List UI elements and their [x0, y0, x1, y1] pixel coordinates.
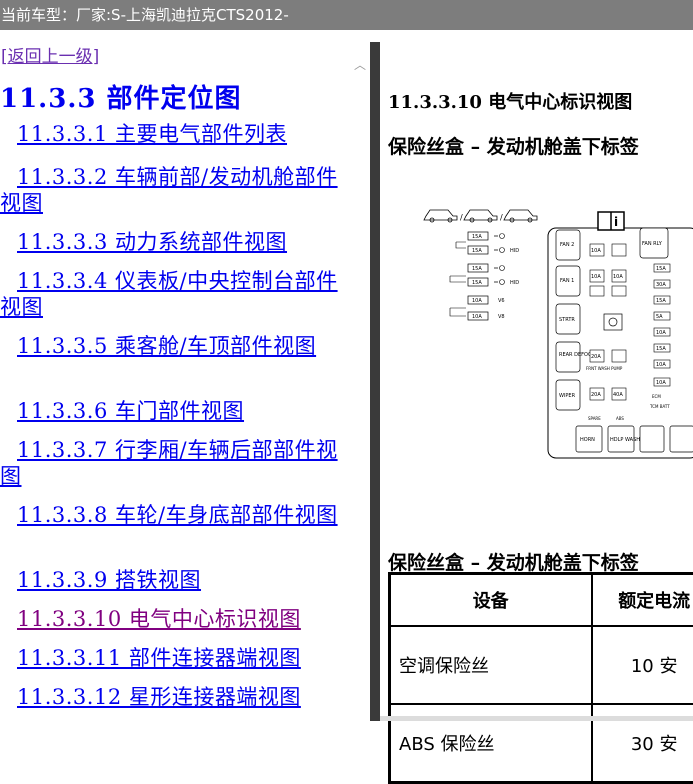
fuse-rating: 10A — [613, 274, 623, 280]
nav-link-3[interactable]: 11.3.3.3 动力系统部件视图 — [0, 229, 345, 255]
fuse-rating: 20A — [591, 392, 601, 398]
nav-link-8[interactable]: 11.3.3.8 车轮/车身底部部件视图 — [0, 502, 345, 528]
fuse-fan-relay-label: FAN RLY — [642, 241, 663, 247]
table-header-rating: 额定电流 — [592, 574, 693, 626]
fuse-rating: 10A — [656, 330, 666, 336]
content-subheading-2: 保险丝盒 – 发动机舱盖下标签 — [388, 552, 639, 574]
fuse-horn-label: HORN — [580, 437, 595, 443]
fuse-rating: 15A — [656, 266, 666, 272]
fuse-rating: 5A — [656, 314, 663, 320]
nav-link-label: 11.3.3.8 车轮/车身底部部件视图 — [17, 503, 338, 527]
window-title-bar: 当前车型：厂家:S-上海凯迪拉克CTS2012- — [0, 0, 693, 30]
fuse-rating-table: 设备 额定电流 空调保险丝 10 安 ABS 保险丝 30 安 — [388, 572, 693, 784]
nav-link-5[interactable]: 11.3.3.5 乘客舱/车顶部件视图 — [0, 333, 345, 359]
fuse-wiper-label: WIPER — [559, 393, 576, 399]
fuse-fan2-label: FAN 2 — [560, 242, 574, 248]
content-subheading-1: 保险丝盒 – 发动机舱盖下标签 — [388, 136, 639, 158]
fuse-ecm-label: ECM — [652, 394, 661, 399]
nav-link-4[interactable]: 11.3.3.4 仪表板/中央控制台部件视图 — [0, 268, 345, 320]
legend-label: 15A — [472, 248, 482, 254]
nav-link-label: 11.3.3.7 行李厢/车辆后部部件视图 — [0, 438, 338, 488]
legend: 15A 15A HID 15A 15A HID 10A V6 10A V8 — [449, 231, 519, 321]
nav-link-1[interactable]: 11.3.3.1 主要电气部件列表 — [0, 121, 345, 147]
fuse-tcm-batt-label: TCM BATT — [649, 404, 670, 409]
section-title: 11.3.3 部件定位图 — [0, 84, 242, 114]
fuse-box-diagram: / / 15A 15A HID 15A 15A HID 10A V6 10A V… — [423, 209, 693, 459]
pane-splitter[interactable] — [370, 42, 380, 721]
table-cell-device: 空调保险丝 — [390, 626, 593, 704]
car-icon — [423, 209, 458, 223]
table-header-row: 设备 额定电流 — [390, 574, 693, 626]
nav-link-label: 11.3.3.4 仪表板/中央控制台部件视图 — [0, 269, 338, 319]
table-header-device: 设备 — [390, 574, 593, 626]
legend-label: 10A — [472, 314, 482, 320]
car-icon — [463, 209, 498, 223]
fuse-pump-label: FRNT WASH PUMP — [586, 366, 623, 371]
fuse-rating: 10A — [591, 248, 601, 254]
fuse-rating: 15A — [656, 346, 666, 352]
nav-link-label: 11.3.3.3 动力系统部件视图 — [17, 230, 288, 254]
table-cell-rating: 10 安 — [592, 626, 693, 704]
fuse-hdlp-wash-label: HDLP WASH — [610, 437, 640, 443]
fuse-rating: 10A — [656, 362, 666, 368]
fuse-rating: 10A — [656, 380, 666, 386]
fuse-fan1-label: FAN 1 — [560, 278, 574, 284]
nav-link-7[interactable]: 11.3.3.7 行李厢/车辆后部部件视图 — [0, 437, 345, 489]
svg-text:/: / — [460, 213, 463, 222]
nav-link-2[interactable]: 11.3.3.2 车辆前部/发动机舱部件视图 — [0, 164, 345, 216]
nav-link-label: 11.3.3.12 星形连接器端视图 — [17, 685, 301, 709]
legend-mark: HID — [510, 248, 519, 254]
fuse-rating: 40A — [613, 392, 623, 398]
nav-link-label: 11.3.3.11 部件连接器端视图 — [17, 646, 301, 670]
nav-link-label: 11.3.3.5 乘客舱/车顶部件视图 — [17, 334, 317, 358]
nav-link-11[interactable]: 11.3.3.11 部件连接器端视图 — [0, 645, 345, 671]
nav-link-6[interactable]: 11.3.3.6 车门部件视图 — [0, 398, 345, 424]
nav-link-label: 11.3.3.10 电气中心标识视图 — [17, 607, 301, 631]
car-icon — [503, 209, 538, 223]
left-scrollbar[interactable] — [352, 50, 370, 721]
fuse-rear-defog-label: REAR DEFOG — [559, 352, 592, 358]
legend-label: 10A — [472, 298, 482, 304]
nav-link-label: 11.3.3.1 主要电气部件列表 — [17, 122, 288, 146]
window-title: 当前车型：厂家:S-上海凯迪拉克CTS2012- — [1, 6, 289, 24]
legend-mark: V8 — [498, 314, 505, 320]
svg-text:i: i — [614, 215, 618, 229]
nav-link-label: 11.3.3.2 车辆前部/发动机舱部件视图 — [0, 165, 338, 215]
fuse-rating: 15A — [656, 298, 666, 304]
nav-link-label: 11.3.3.9 搭铁视图 — [17, 568, 202, 592]
scroll-up-icon[interactable]: ︿ — [352, 58, 368, 72]
legend-mark: HID — [510, 280, 519, 286]
back-link[interactable]: [返回上一级] — [1, 42, 99, 67]
nav-link-9[interactable]: 11.3.3.9 搭铁视图 — [0, 567, 345, 593]
legend-label: 15A — [472, 234, 482, 240]
legend-label: 15A — [472, 280, 482, 286]
legend-mark: V6 — [498, 298, 505, 304]
fuse-spare-label: SPARE — [588, 416, 601, 421]
table-row: 空调保险丝 10 安 — [390, 626, 693, 704]
fuse-starter-label: STRTR — [559, 317, 575, 323]
fuse-rating: 30A — [656, 282, 666, 288]
manual-book-icon: i — [597, 211, 625, 231]
fuse-rating: 10A — [591, 274, 601, 280]
nav-link-12[interactable]: 11.3.3.12 星形连接器端视图 — [0, 684, 345, 710]
nav-link-label: 11.3.3.6 车门部件视图 — [17, 399, 245, 423]
fuse-rating: 20A — [591, 354, 601, 360]
nav-link-10[interactable]: 11.3.3.10 电气中心标识视图 — [0, 606, 345, 632]
svg-text:/: / — [500, 213, 503, 222]
legend-label: 15A — [472, 266, 482, 272]
fuse-abs-label: ABS — [616, 416, 624, 421]
content-heading: 11.3.3.10 电气中心标识视图 — [388, 92, 633, 113]
horizontal-scrollbar[interactable] — [380, 716, 693, 721]
